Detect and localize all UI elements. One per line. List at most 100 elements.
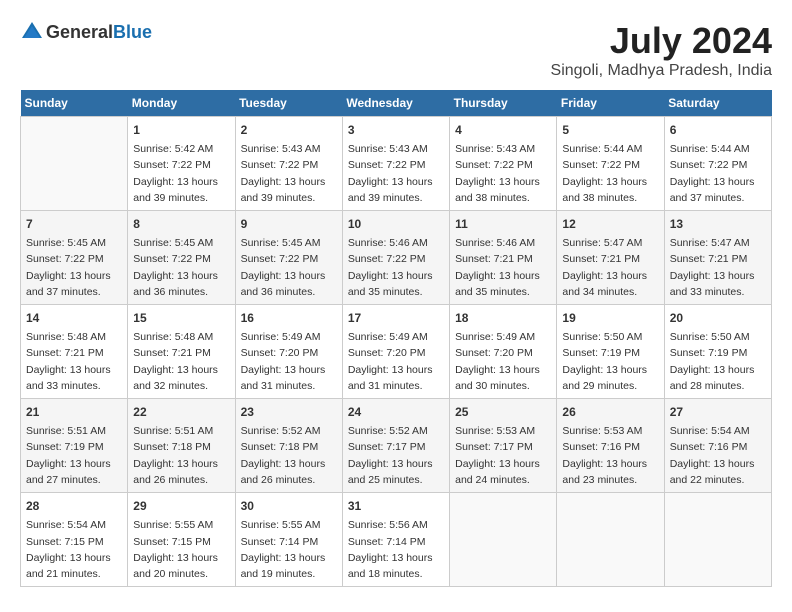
- day-number: 7: [26, 215, 122, 233]
- calendar-body: 1 Sunrise: 5:42 AMSunset: 7:22 PMDaylight…: [21, 117, 772, 587]
- day-number: 22: [133, 403, 229, 421]
- calendar-cell: 7 Sunrise: 5:45 AMSunset: 7:22 PMDaylight…: [21, 211, 128, 305]
- day-number: 21: [26, 403, 122, 421]
- calendar-cell: 26Sunrise: 5:53 AMSunset: 7:16 PMDayligh…: [557, 399, 664, 493]
- cell-content: Sunrise: 5:54 AMSunset: 7:15 PMDaylight:…: [26, 517, 122, 582]
- calendar-cell: 30 Sunrise: 5:55 AMSunset: 7:14 PMDayligh…: [235, 493, 342, 587]
- cell-content: Sunrise: 5:45 AMSunset: 7:22 PMDaylight:…: [133, 235, 229, 300]
- cell-content: Sunrise: 5:53 AMSunset: 7:16 PMDaylight:…: [562, 423, 658, 488]
- calendar-cell: 11Sunrise: 5:46 AMSunset: 7:21 PMDayligh…: [450, 211, 557, 305]
- day-number: 16: [241, 309, 337, 327]
- cell-content: Sunrise: 5:50 AMSunset: 7:19 PMDaylight:…: [670, 329, 766, 394]
- day-number: 31: [348, 497, 444, 515]
- header-tuesday: Tuesday: [235, 90, 342, 117]
- calendar-cell: [21, 117, 128, 211]
- cell-content: Sunrise: 5:45 AMSunset: 7:22 PMDaylight:…: [241, 235, 337, 300]
- cell-content: Sunrise: 5:43 AMSunset: 7:22 PMDaylight:…: [455, 141, 551, 206]
- day-number: 8: [133, 215, 229, 233]
- day-number: 19: [562, 309, 658, 327]
- calendar-cell: 21 Sunrise: 5:51 AMSunset: 7:19 PMDayligh…: [21, 399, 128, 493]
- day-number: 6: [670, 121, 766, 139]
- calendar-cell: 14 Sunrise: 5:48 AMSunset: 7:21 PMDayligh…: [21, 305, 128, 399]
- day-number: 10: [348, 215, 444, 233]
- cell-content: Sunrise: 5:49 AMSunset: 7:20 PMDaylight:…: [241, 329, 337, 394]
- cell-content: Sunrise: 5:56 AMSunset: 7:14 PMDaylight:…: [348, 517, 444, 582]
- calendar-cell: 2 Sunrise: 5:43 AMSunset: 7:22 PMDaylight…: [235, 117, 342, 211]
- title-location: Singoli, Madhya Pradesh, India: [551, 62, 772, 80]
- day-number: 12: [562, 215, 658, 233]
- calendar-table: Sunday Monday Tuesday Wednesday Thursday…: [20, 90, 772, 587]
- calendar-cell: 6 Sunrise: 5:44 AMSunset: 7:22 PMDaylight…: [664, 117, 771, 211]
- day-number: 15: [133, 309, 229, 327]
- day-number: 27: [670, 403, 766, 421]
- calendar-cell: 27Sunrise: 5:54 AMSunset: 7:16 PMDayligh…: [664, 399, 771, 493]
- cell-content: Sunrise: 5:48 AMSunset: 7:21 PMDaylight:…: [133, 329, 229, 394]
- calendar-cell: 5 Sunrise: 5:44 AMSunset: 7:22 PMDaylight…: [557, 117, 664, 211]
- calendar-cell: 24Sunrise: 5:52 AMSunset: 7:17 PMDayligh…: [342, 399, 449, 493]
- cell-content: Sunrise: 5:50 AMSunset: 7:19 PMDaylight:…: [562, 329, 658, 394]
- header-friday: Friday: [557, 90, 664, 117]
- calendar-week-2: 7 Sunrise: 5:45 AMSunset: 7:22 PMDaylight…: [21, 211, 772, 305]
- header-saturday: Saturday: [664, 90, 771, 117]
- logo-text: GeneralBlue: [46, 22, 152, 43]
- header-sunday: Sunday: [21, 90, 128, 117]
- day-number: 28: [26, 497, 122, 515]
- day-number: 20: [670, 309, 766, 327]
- calendar-cell: 12 Sunrise: 5:47 AMSunset: 7:21 PMDayligh…: [557, 211, 664, 305]
- cell-content: Sunrise: 5:44 AMSunset: 7:22 PMDaylight:…: [670, 141, 766, 206]
- calendar-cell: 17Sunrise: 5:49 AMSunset: 7:20 PMDayligh…: [342, 305, 449, 399]
- day-number: 11: [455, 215, 551, 233]
- cell-content: Sunrise: 5:43 AMSunset: 7:22 PMDaylight:…: [241, 141, 337, 206]
- cell-content: Sunrise: 5:47 AMSunset: 7:21 PMDaylight:…: [562, 235, 658, 300]
- calendar-week-5: 28 Sunrise: 5:54 AMSunset: 7:15 PMDayligh…: [21, 493, 772, 587]
- day-number: 17: [348, 309, 444, 327]
- calendar-cell: [557, 493, 664, 587]
- calendar-cell: 10Sunrise: 5:46 AMSunset: 7:22 PMDayligh…: [342, 211, 449, 305]
- day-number: 29: [133, 497, 229, 515]
- cell-content: Sunrise: 5:51 AMSunset: 7:18 PMDaylight:…: [133, 423, 229, 488]
- title-block: July 2024 Singoli, Madhya Pradesh, India: [551, 20, 772, 80]
- calendar-cell: 15 Sunrise: 5:48 AMSunset: 7:21 PMDayligh…: [128, 305, 235, 399]
- cell-content: Sunrise: 5:48 AMSunset: 7:21 PMDaylight:…: [26, 329, 122, 394]
- calendar-cell: 25 Sunrise: 5:53 AMSunset: 7:17 PMDayligh…: [450, 399, 557, 493]
- day-number: 5: [562, 121, 658, 139]
- calendar-cell: 13 Sunrise: 5:47 AMSunset: 7:21 PMDayligh…: [664, 211, 771, 305]
- calendar-cell: 1 Sunrise: 5:42 AMSunset: 7:22 PMDaylight…: [128, 117, 235, 211]
- cell-content: Sunrise: 5:55 AMSunset: 7:15 PMDaylight:…: [133, 517, 229, 582]
- calendar-cell: 20 Sunrise: 5:50 AMSunset: 7:19 PMDayligh…: [664, 305, 771, 399]
- title-month: July 2024: [551, 20, 772, 62]
- cell-content: Sunrise: 5:45 AMSunset: 7:22 PMDaylight:…: [26, 235, 122, 300]
- calendar-cell: [664, 493, 771, 587]
- calendar-week-3: 14 Sunrise: 5:48 AMSunset: 7:21 PMDayligh…: [21, 305, 772, 399]
- page-header: GeneralBlue July 2024 Singoli, Madhya Pr…: [20, 20, 772, 80]
- day-number: 25: [455, 403, 551, 421]
- calendar-cell: 31 Sunrise: 5:56 AMSunset: 7:14 PMDayligh…: [342, 493, 449, 587]
- calendar-cell: 19 Sunrise: 5:50 AMSunset: 7:19 PMDayligh…: [557, 305, 664, 399]
- calendar-week-4: 21 Sunrise: 5:51 AMSunset: 7:19 PMDayligh…: [21, 399, 772, 493]
- day-number: 23: [241, 403, 337, 421]
- day-number: 14: [26, 309, 122, 327]
- day-number: 3: [348, 121, 444, 139]
- day-number: 30: [241, 497, 337, 515]
- calendar-cell: 23Sunrise: 5:52 AMSunset: 7:18 PMDayligh…: [235, 399, 342, 493]
- calendar-cell: 28 Sunrise: 5:54 AMSunset: 7:15 PMDayligh…: [21, 493, 128, 587]
- day-number: 13: [670, 215, 766, 233]
- day-number: 4: [455, 121, 551, 139]
- calendar-cell: 18 Sunrise: 5:49 AMSunset: 7:20 PMDayligh…: [450, 305, 557, 399]
- day-headers-row: Sunday Monday Tuesday Wednesday Thursday…: [21, 90, 772, 117]
- cell-content: Sunrise: 5:42 AMSunset: 7:22 PMDaylight:…: [133, 141, 229, 206]
- cell-content: Sunrise: 5:47 AMSunset: 7:21 PMDaylight:…: [670, 235, 766, 300]
- header-wednesday: Wednesday: [342, 90, 449, 117]
- cell-content: Sunrise: 5:55 AMSunset: 7:14 PMDaylight:…: [241, 517, 337, 582]
- day-number: 18: [455, 309, 551, 327]
- cell-content: Sunrise: 5:51 AMSunset: 7:19 PMDaylight:…: [26, 423, 122, 488]
- cell-content: Sunrise: 5:49 AMSunset: 7:20 PMDaylight:…: [455, 329, 551, 394]
- day-number: 1: [133, 121, 229, 139]
- cell-content: Sunrise: 5:44 AMSunset: 7:22 PMDaylight:…: [562, 141, 658, 206]
- cell-content: Sunrise: 5:53 AMSunset: 7:17 PMDaylight:…: [455, 423, 551, 488]
- calendar-cell: 22 Sunrise: 5:51 AMSunset: 7:18 PMDayligh…: [128, 399, 235, 493]
- header-monday: Monday: [128, 90, 235, 117]
- calendar-cell: 29 Sunrise: 5:55 AMSunset: 7:15 PMDayligh…: [128, 493, 235, 587]
- day-number: 2: [241, 121, 337, 139]
- calendar-cell: 4 Sunrise: 5:43 AMSunset: 7:22 PMDaylight…: [450, 117, 557, 211]
